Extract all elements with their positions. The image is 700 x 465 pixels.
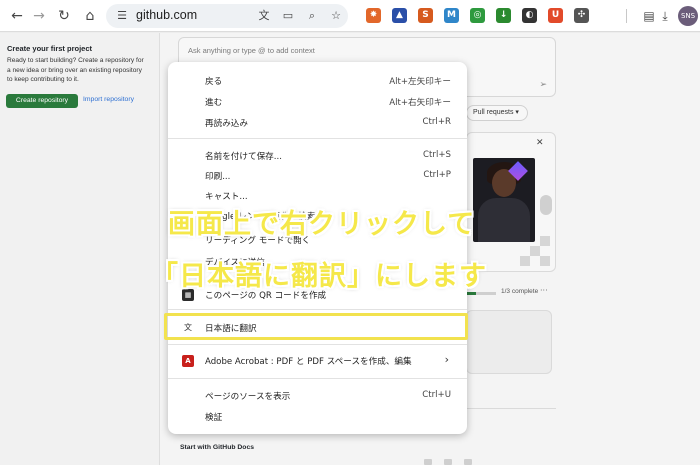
left-sidebar: Create your first project Ready to start…	[0, 33, 160, 465]
translate-highlight-box	[164, 313, 468, 340]
pattern-square	[530, 246, 540, 256]
toolbar-divider	[626, 9, 627, 23]
carousel-scroll-indicator[interactable]	[540, 195, 552, 215]
feed-card	[466, 310, 552, 374]
ext-target-icon[interactable]: ◎	[470, 8, 485, 23]
menu-shortcut: Ctrl+U	[422, 390, 451, 400]
menu-shortcut: Ctrl+P	[423, 170, 451, 180]
zoom-icon[interactable]: ⌕	[304, 8, 320, 24]
menu-label: 進む	[205, 98, 223, 108]
menu-shortcut: Ctrl+S	[423, 150, 451, 160]
menu-label: 戻る	[205, 77, 223, 87]
docs-title: Start with GitHub Docs	[180, 444, 255, 451]
create-project-description: Ready to start building? Create a reposi…	[7, 57, 144, 83]
menu-label: 再読み込み	[205, 119, 248, 129]
menu-label: 名前を付けて保存...	[205, 152, 282, 162]
profile-avatar[interactable]: SNS	[678, 6, 698, 26]
forward-arrow-icon[interactable]: →	[30, 7, 48, 25]
menu-label: ページのソースを表示	[205, 392, 291, 402]
download-icon[interactable]: ⤓	[656, 7, 674, 25]
menu-separator	[168, 138, 467, 139]
menu-item-forward[interactable]: 進む Alt+右矢印キー	[168, 92, 467, 112]
back-arrow-icon[interactable]: ←	[8, 7, 26, 25]
cast-icon[interactable]: ▭	[280, 8, 296, 24]
progress-text: 1/3 complete	[501, 288, 539, 295]
menu-shortcut: Ctrl+R	[422, 117, 451, 127]
pattern-square	[540, 236, 550, 246]
menu-label: 印刷...	[205, 172, 231, 182]
menu-label: Adobe Acrobat : PDF と PDF スペースを作成、編集	[205, 357, 412, 367]
menu-item-view-source[interactable]: ページのソースを表示 Ctrl+U	[168, 386, 467, 406]
translate-page-icon[interactable]: 文	[256, 8, 272, 24]
pattern-square	[520, 256, 530, 266]
ext-orange-icon[interactable]: ✸	[366, 8, 381, 23]
address-bar[interactable]: ☰ github.com 文 ▭ ⌕ ☆	[106, 4, 348, 28]
ext-puzzle-icon[interactable]: ✣	[574, 8, 589, 23]
menu-label: 検証	[205, 413, 223, 423]
home-icon[interactable]: ⌂	[81, 7, 99, 25]
ext-circle-icon[interactable]: ◐	[522, 8, 537, 23]
menu-separator	[168, 378, 467, 379]
bookmark-star-icon[interactable]: ☆	[328, 8, 344, 24]
menu-item-print[interactable]: 印刷... Ctrl+P	[168, 166, 467, 186]
reload-icon[interactable]: ↻	[55, 7, 73, 25]
menu-shortcut: Alt+右矢印キー	[389, 98, 451, 108]
menu-item-back[interactable]: 戻る Alt+左矢印キー	[168, 71, 467, 91]
browser-toolbar: ← → ↻ ⌂ ☰ github.com 文 ▭ ⌕ ☆ ✸ ▲ S M ◎ ↓ ◐ U ✣ ▤…	[0, 0, 700, 32]
caption-line-2: 「日本語に翻訳」にします	[151, 261, 487, 292]
menu-shortcut: Alt+左矢印キー	[389, 77, 451, 87]
video-thumbnail[interactable]	[473, 158, 535, 242]
ext-swirl-icon[interactable]: S	[418, 8, 433, 23]
url-text: github.com	[136, 8, 198, 22]
more-options-icon[interactable]: ···	[540, 286, 548, 295]
caption-line-1: 画面上で右クリックして	[168, 209, 476, 240]
adobe-acrobat-icon: A	[182, 355, 194, 367]
chevron-right-icon: ›	[444, 353, 449, 366]
menu-item-inspect[interactable]: 検証	[168, 407, 467, 427]
bottom-tile	[444, 459, 452, 465]
ext-triangle-icon[interactable]: ▲	[392, 8, 407, 23]
presenter-body	[478, 198, 530, 242]
ext-m-icon[interactable]: M	[444, 8, 459, 23]
menu-separator	[168, 309, 467, 310]
ext-download-icon[interactable]: ↓	[496, 8, 511, 23]
bottom-tile	[464, 459, 472, 465]
pull-requests-filter[interactable]: Pull requests ▾	[466, 105, 528, 121]
menu-item-reload[interactable]: 再読み込み Ctrl+R	[168, 113, 467, 133]
menu-item-save-as[interactable]: 名前を付けて保存... Ctrl+S	[168, 146, 467, 166]
close-icon[interactable]: ✕	[536, 138, 544, 148]
site-info-icon[interactable]: ☰	[114, 8, 130, 24]
ask-placeholder: Ask anything or type @ to add context	[188, 46, 315, 55]
create-project-title: Create your first project	[7, 44, 93, 53]
send-icon[interactable]: ➢	[539, 80, 547, 90]
bottom-tile	[424, 459, 432, 465]
pattern-square	[540, 256, 550, 266]
context-menu: 戻る Alt+左矢印キー 進む Alt+右矢印キー 再読み込み Ctrl+R 名…	[168, 62, 467, 434]
menu-item-adobe-acrobat[interactable]: A Adobe Acrobat : PDF と PDF スペースを作成、編集 ›	[168, 351, 467, 371]
import-repository-link[interactable]: Import repository	[83, 96, 134, 103]
menu-separator	[168, 344, 467, 345]
create-repository-button[interactable]: Create repository	[6, 94, 78, 108]
ext-u-icon[interactable]: U	[548, 8, 563, 23]
menu-label: キャスト...	[205, 192, 248, 202]
